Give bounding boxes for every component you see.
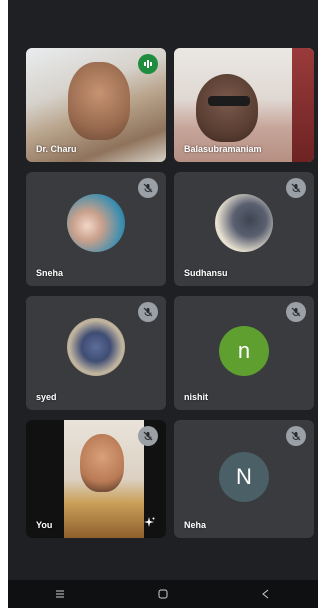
participant-face <box>196 74 258 142</box>
system-navigation-bar <box>8 580 318 608</box>
mic-off-icon <box>286 426 306 446</box>
participant-name: Sneha <box>36 268 64 278</box>
participant-face <box>68 62 130 140</box>
mic-off-icon <box>138 302 158 322</box>
participant-avatar: n <box>219 325 269 376</box>
participant-face <box>80 434 124 492</box>
mic-off-icon <box>138 178 158 198</box>
participant-tile-nishit[interactable]: n nishit <box>174 296 314 410</box>
participant-tile-sudhansu[interactable]: Sudhansu <box>174 172 314 286</box>
mic-off-icon <box>286 302 306 322</box>
back-icon[interactable] <box>256 584 276 604</box>
participant-name: Sudhansu <box>184 268 228 278</box>
mic-off-icon <box>138 426 158 446</box>
avatar-letter: n <box>237 337 251 363</box>
effects-sparkle-icon[interactable] <box>140 514 158 532</box>
participant-tile-dr-charu[interactable]: Dr. Charu <box>26 48 166 162</box>
audio-level-icon <box>138 54 158 74</box>
meeting-screen: Dr. Charu Balasubramaniam Sneha Sudhansu… <box>8 0 318 608</box>
participant-tile-syed[interactable]: syed <box>26 296 166 410</box>
participant-tile-sneha[interactable]: Sneha <box>26 172 166 286</box>
home-icon[interactable] <box>153 584 173 604</box>
participant-name: syed <box>36 392 57 402</box>
mic-off-icon <box>286 178 306 198</box>
participant-name: nishit <box>184 392 208 402</box>
participant-name: Neha <box>184 520 207 530</box>
participant-name: Balasubramaniam <box>184 144 262 154</box>
participant-tile-you[interactable]: You <box>26 420 166 538</box>
participant-avatar <box>67 318 125 377</box>
participant-avatar: N <box>219 451 269 502</box>
participant-tile-neha[interactable]: N Neha <box>174 420 314 538</box>
participant-avatar <box>215 194 273 253</box>
avatar-letter: N <box>236 463 252 489</box>
participant-name: Dr. Charu <box>36 144 77 154</box>
curtain <box>292 48 314 162</box>
participant-name: You <box>36 520 53 530</box>
recents-icon[interactable] <box>50 584 70 604</box>
glasses <box>208 96 250 106</box>
participant-tile-balasubramaniam[interactable]: Balasubramaniam <box>174 48 314 162</box>
participant-avatar <box>67 194 125 253</box>
